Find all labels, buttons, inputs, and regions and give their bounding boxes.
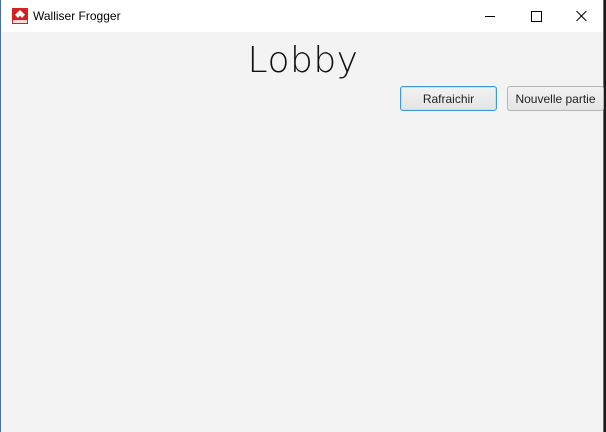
frogger-app-icon[interactable] (12, 8, 28, 24)
close-button[interactable] (559, 0, 605, 32)
maximize-icon (530, 10, 542, 22)
maximize-button[interactable] (513, 0, 559, 32)
page-title: Lobby (247, 40, 359, 81)
refresh-button[interactable]: Rafraichir (400, 86, 497, 111)
close-icon (576, 10, 588, 22)
new-game-button[interactable]: Nouvelle partie (507, 86, 604, 111)
window-title: Walliser Frogger (33, 9, 121, 23)
minimize-icon (485, 15, 495, 17)
app-window: Walliser Frogger Lobby Rafraichir Nouvel… (0, 0, 604, 432)
title-bar[interactable]: Walliser Frogger (1, 0, 603, 32)
minimize-button[interactable] (467, 0, 513, 32)
